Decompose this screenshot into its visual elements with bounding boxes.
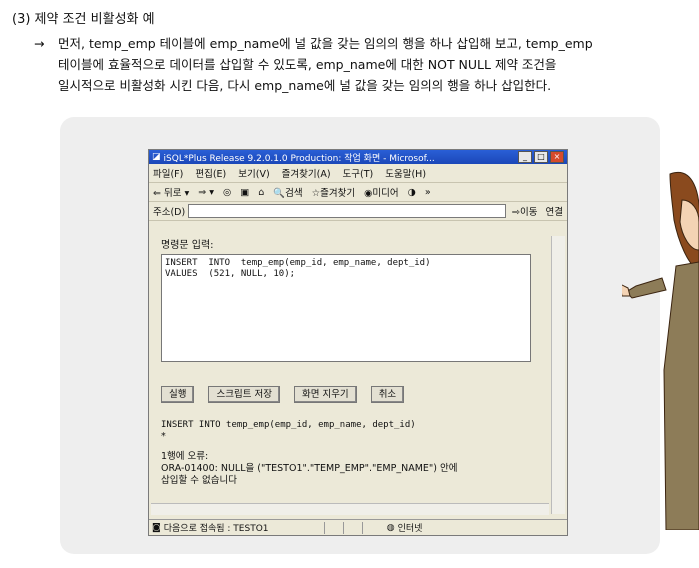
description-line: 테이블에 효율적으로 데이터를 삽입할 수 있도록, emp_name에 대한 … — [58, 57, 557, 72]
browser-window: ◪ iSQL*Plus Release 9.2.0.1.0 Production… — [148, 149, 568, 536]
toolbar: ⇐ 뒤로 ▾ ⇒ ▾ ◎ ▣ ⌂ 🔍검색 ☆즐겨찾기 ◉미디어 ◑ » — [149, 183, 567, 202]
menu-help[interactable]: 도움말(H) — [385, 166, 426, 180]
history-icon[interactable]: ◑ — [408, 187, 416, 198]
menu-file[interactable]: 파일(F) — [153, 166, 183, 180]
menu-tools[interactable]: 도구(T) — [343, 166, 374, 180]
search-button[interactable]: 🔍검색 — [273, 185, 302, 199]
arrow-icon: → — [34, 36, 45, 51]
echo-line: INSERT INTO temp_emp(emp_id, emp_name, d… — [161, 420, 416, 430]
refresh-icon[interactable]: ▣ — [240, 187, 249, 198]
menu-view[interactable]: 보기(V) — [238, 166, 269, 180]
address-label: 주소(D) — [153, 207, 186, 218]
status-text: 다음으로 접속됨 : TESTO1 — [163, 524, 269, 534]
vertical-scrollbar[interactable] — [551, 236, 565, 514]
title-bar: ◪ iSQL*Plus Release 9.2.0.1.0 Production… — [149, 150, 567, 164]
status-cell — [323, 521, 343, 534]
status-cell — [361, 521, 381, 534]
favorites-button[interactable]: ☆즐겨찾기 — [312, 185, 355, 199]
back-button[interactable]: ⇐ 뒤로 ▾ — [153, 185, 189, 199]
maximize-button[interactable]: □ — [534, 151, 548, 163]
sql-input[interactable]: INSERT INTO temp_emp(emp_id, emp_name, d… — [161, 254, 531, 362]
ie-icon: ◪ — [152, 152, 161, 162]
description-line: 먼저, temp_emp 테이블에 emp_name에 널 값을 갖는 임의의 … — [58, 36, 593, 51]
page-content: 명령문 입력: INSERT INTO temp_emp(emp_id, emp… — [161, 236, 543, 516]
horizontal-scrollbar[interactable] — [151, 503, 549, 515]
address-bar: 주소(D) ⇨이동 연결 — [149, 202, 567, 221]
menu-edit[interactable]: 편집(E) — [195, 166, 226, 180]
cancel-button[interactable]: 취소 — [370, 386, 405, 403]
go-label: 이동 — [520, 207, 538, 218]
close-button[interactable]: × — [550, 151, 564, 163]
links-button[interactable]: 연결 — [546, 204, 563, 218]
page-icon: ◙ — [152, 522, 161, 533]
window-title: iSQL*Plus Release 9.2.0.1.0 Production: … — [163, 153, 435, 164]
address-input[interactable] — [188, 204, 507, 218]
home-icon[interactable]: ⌂ — [258, 187, 264, 198]
status-cell — [342, 521, 362, 534]
presenter-illustration — [622, 172, 699, 530]
media-button[interactable]: ◉미디어 — [364, 185, 399, 199]
save-script-button[interactable]: 스크립트 저장 — [208, 386, 280, 403]
clear-screen-button[interactable]: 화면 지우기 — [293, 386, 357, 403]
error-header: 1행에 오류: — [161, 451, 209, 462]
description-line: 일시적으로 비활성화 시킨 다음, 다시 emp_name에 널 값을 갖는 임… — [58, 78, 552, 93]
error-marker: * — [161, 431, 166, 442]
execute-button[interactable]: 실행 — [161, 386, 195, 403]
more-icon[interactable]: » — [425, 187, 431, 198]
error-message: 삽입할 수 없습니다 — [161, 475, 237, 486]
minimize-button[interactable]: _ — [518, 151, 532, 163]
section-heading: (3) 제약 조건 비활성화 예 — [12, 12, 155, 27]
menu-bar: 파일(F) 편집(E) 보기(V) 즐겨찾기(A) 도구(T) 도움말(H) — [149, 164, 567, 183]
stop-icon[interactable]: ◎ — [223, 187, 231, 198]
globe-icon: ◍ — [386, 522, 395, 533]
error-message: ORA-01400: NULL을 ("TESTO1"."TEMP_EMP"."E… — [161, 463, 458, 474]
input-label: 명령문 입력: — [161, 240, 214, 251]
output-area: INSERT INTO temp_emp(emp_id, emp_name, d… — [161, 419, 543, 487]
zone-text: 인터넷 — [397, 524, 423, 534]
status-bar: ◙ 다음으로 접속됨 : TESTO1 ◍ 인터넷 — [149, 519, 567, 535]
description: → 먼저, temp_emp 테이블에 emp_name에 널 값을 갖는 임의… — [34, 33, 696, 96]
button-row: 실행 스크립트 저장 화면 지우기 취소 — [161, 386, 543, 403]
menu-favorites[interactable]: 즐겨찾기(A) — [282, 166, 331, 180]
go-button[interactable]: ⇨이동 — [512, 204, 537, 218]
forward-button[interactable]: ⇒ ▾ — [198, 187, 214, 198]
